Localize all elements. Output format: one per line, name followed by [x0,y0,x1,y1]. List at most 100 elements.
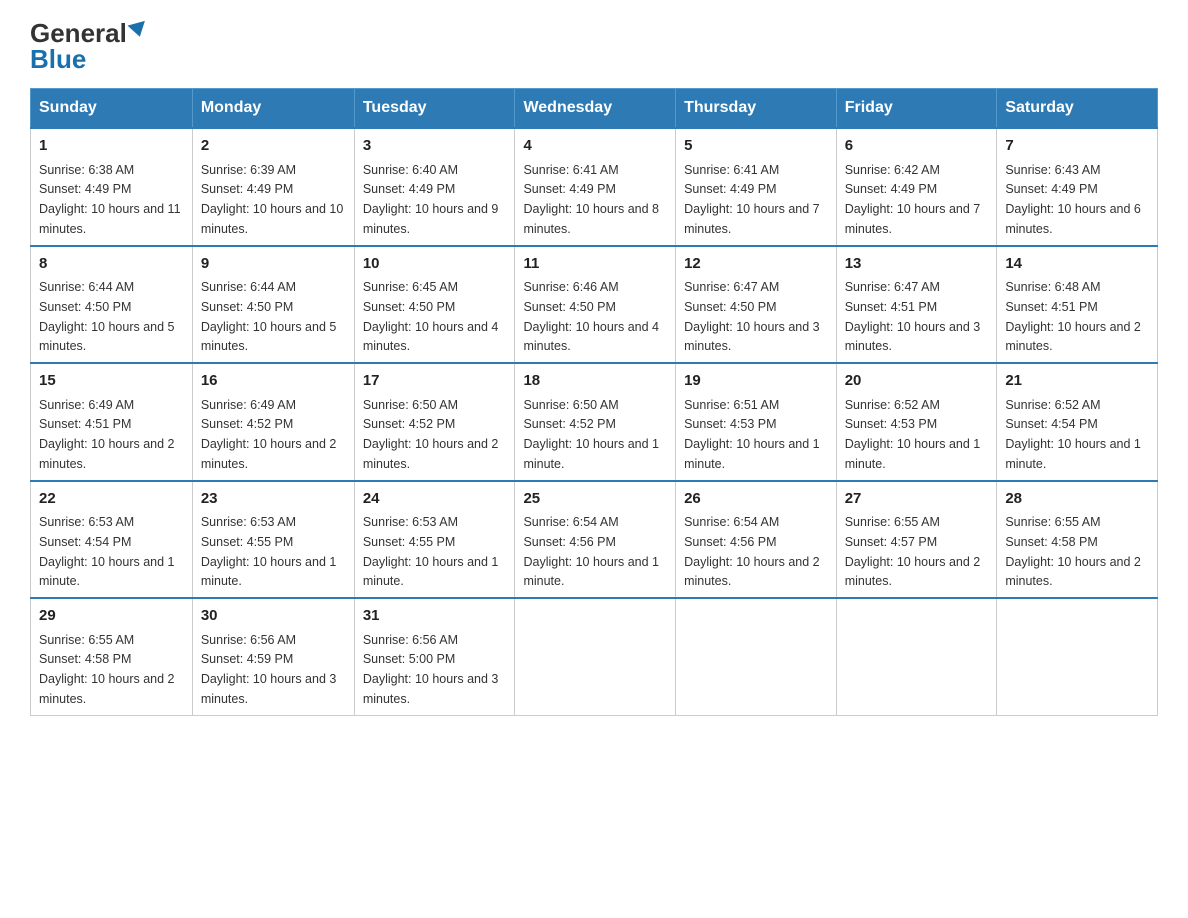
day-number: 3 [363,135,507,158]
calendar-day-header: Monday [192,89,354,129]
day-info: Sunrise: 6:48 AMSunset: 4:51 PMDaylight:… [1005,280,1141,353]
calendar-day-cell: 19 Sunrise: 6:51 AMSunset: 4:53 PMDaylig… [676,363,837,481]
calendar-day-cell: 24 Sunrise: 6:53 AMSunset: 4:55 PMDaylig… [354,481,515,599]
calendar-day-cell: 10 Sunrise: 6:45 AMSunset: 4:50 PMDaylig… [354,246,515,364]
day-info: Sunrise: 6:55 AMSunset: 4:57 PMDaylight:… [845,515,981,588]
logo-triangle-icon [127,21,148,39]
day-number: 30 [201,605,346,628]
calendar-day-cell: 20 Sunrise: 6:52 AMSunset: 4:53 PMDaylig… [836,363,997,481]
calendar-day-cell: 23 Sunrise: 6:53 AMSunset: 4:55 PMDaylig… [192,481,354,599]
calendar-day-cell: 1 Sunrise: 6:38 AMSunset: 4:49 PMDayligh… [31,128,193,246]
calendar-day-cell: 13 Sunrise: 6:47 AMSunset: 4:51 PMDaylig… [836,246,997,364]
day-info: Sunrise: 6:42 AMSunset: 4:49 PMDaylight:… [845,163,981,236]
calendar-day-cell: 4 Sunrise: 6:41 AMSunset: 4:49 PMDayligh… [515,128,676,246]
calendar-day-cell [997,598,1158,715]
calendar-day-cell: 31 Sunrise: 6:56 AMSunset: 5:00 PMDaylig… [354,598,515,715]
calendar-day-cell: 25 Sunrise: 6:54 AMSunset: 4:56 PMDaylig… [515,481,676,599]
calendar-week-row: 15 Sunrise: 6:49 AMSunset: 4:51 PMDaylig… [31,363,1158,481]
calendar-day-cell: 21 Sunrise: 6:52 AMSunset: 4:54 PMDaylig… [997,363,1158,481]
day-info: Sunrise: 6:38 AMSunset: 4:49 PMDaylight:… [39,163,181,236]
logo: General Blue [30,20,147,72]
day-number: 13 [845,253,989,276]
day-info: Sunrise: 6:52 AMSunset: 4:53 PMDaylight:… [845,398,981,471]
calendar-day-cell: 5 Sunrise: 6:41 AMSunset: 4:49 PMDayligh… [676,128,837,246]
day-number: 27 [845,488,989,511]
day-info: Sunrise: 6:44 AMSunset: 4:50 PMDaylight:… [39,280,175,353]
day-info: Sunrise: 6:53 AMSunset: 4:55 PMDaylight:… [201,515,337,588]
day-info: Sunrise: 6:50 AMSunset: 4:52 PMDaylight:… [363,398,499,471]
day-number: 19 [684,370,828,393]
day-info: Sunrise: 6:39 AMSunset: 4:49 PMDaylight:… [201,163,343,236]
calendar-day-cell: 29 Sunrise: 6:55 AMSunset: 4:58 PMDaylig… [31,598,193,715]
calendar-day-header: Sunday [31,89,193,129]
day-info: Sunrise: 6:54 AMSunset: 4:56 PMDaylight:… [523,515,659,588]
calendar-day-cell: 12 Sunrise: 6:47 AMSunset: 4:50 PMDaylig… [676,246,837,364]
day-info: Sunrise: 6:54 AMSunset: 4:56 PMDaylight:… [684,515,820,588]
calendar-day-cell [515,598,676,715]
day-number: 23 [201,488,346,511]
day-number: 26 [684,488,828,511]
calendar-day-cell: 2 Sunrise: 6:39 AMSunset: 4:49 PMDayligh… [192,128,354,246]
day-number: 10 [363,253,507,276]
day-number: 16 [201,370,346,393]
day-info: Sunrise: 6:41 AMSunset: 4:49 PMDaylight:… [523,163,659,236]
logo-blue-text: Blue [30,46,86,72]
day-info: Sunrise: 6:52 AMSunset: 4:54 PMDaylight:… [1005,398,1141,471]
day-number: 8 [39,253,184,276]
day-number: 9 [201,253,346,276]
day-info: Sunrise: 6:50 AMSunset: 4:52 PMDaylight:… [523,398,659,471]
day-info: Sunrise: 6:44 AMSunset: 4:50 PMDaylight:… [201,280,337,353]
day-info: Sunrise: 6:49 AMSunset: 4:51 PMDaylight:… [39,398,175,471]
day-number: 22 [39,488,184,511]
calendar-header-row: SundayMondayTuesdayWednesdayThursdayFrid… [31,89,1158,129]
page-header: General Blue [30,20,1158,72]
calendar-day-header: Wednesday [515,89,676,129]
calendar-day-header: Saturday [997,89,1158,129]
day-number: 29 [39,605,184,628]
day-number: 6 [845,135,989,158]
day-info: Sunrise: 6:53 AMSunset: 4:55 PMDaylight:… [363,515,499,588]
day-number: 4 [523,135,667,158]
day-info: Sunrise: 6:55 AMSunset: 4:58 PMDaylight:… [39,633,175,706]
day-number: 28 [1005,488,1149,511]
calendar-day-cell: 17 Sunrise: 6:50 AMSunset: 4:52 PMDaylig… [354,363,515,481]
day-info: Sunrise: 6:55 AMSunset: 4:58 PMDaylight:… [1005,515,1141,588]
day-number: 25 [523,488,667,511]
day-info: Sunrise: 6:56 AMSunset: 4:59 PMDaylight:… [201,633,337,706]
calendar-table: SundayMondayTuesdayWednesdayThursdayFrid… [30,88,1158,716]
calendar-day-cell: 9 Sunrise: 6:44 AMSunset: 4:50 PMDayligh… [192,246,354,364]
calendar-week-row: 8 Sunrise: 6:44 AMSunset: 4:50 PMDayligh… [31,246,1158,364]
calendar-day-cell: 14 Sunrise: 6:48 AMSunset: 4:51 PMDaylig… [997,246,1158,364]
day-number: 5 [684,135,828,158]
calendar-day-cell: 26 Sunrise: 6:54 AMSunset: 4:56 PMDaylig… [676,481,837,599]
calendar-day-cell: 27 Sunrise: 6:55 AMSunset: 4:57 PMDaylig… [836,481,997,599]
day-number: 20 [845,370,989,393]
calendar-day-cell: 15 Sunrise: 6:49 AMSunset: 4:51 PMDaylig… [31,363,193,481]
day-number: 15 [39,370,184,393]
day-number: 14 [1005,253,1149,276]
calendar-day-cell: 22 Sunrise: 6:53 AMSunset: 4:54 PMDaylig… [31,481,193,599]
day-number: 12 [684,253,828,276]
calendar-day-cell: 3 Sunrise: 6:40 AMSunset: 4:49 PMDayligh… [354,128,515,246]
day-number: 31 [363,605,507,628]
calendar-day-cell: 28 Sunrise: 6:55 AMSunset: 4:58 PMDaylig… [997,481,1158,599]
day-info: Sunrise: 6:40 AMSunset: 4:49 PMDaylight:… [363,163,499,236]
calendar-day-header: Friday [836,89,997,129]
day-info: Sunrise: 6:43 AMSunset: 4:49 PMDaylight:… [1005,163,1141,236]
calendar-day-cell: 8 Sunrise: 6:44 AMSunset: 4:50 PMDayligh… [31,246,193,364]
day-info: Sunrise: 6:46 AMSunset: 4:50 PMDaylight:… [523,280,659,353]
day-number: 18 [523,370,667,393]
calendar-day-cell: 6 Sunrise: 6:42 AMSunset: 4:49 PMDayligh… [836,128,997,246]
calendar-day-cell: 11 Sunrise: 6:46 AMSunset: 4:50 PMDaylig… [515,246,676,364]
day-info: Sunrise: 6:45 AMSunset: 4:50 PMDaylight:… [363,280,499,353]
calendar-week-row: 1 Sunrise: 6:38 AMSunset: 4:49 PMDayligh… [31,128,1158,246]
calendar-day-cell: 16 Sunrise: 6:49 AMSunset: 4:52 PMDaylig… [192,363,354,481]
day-info: Sunrise: 6:53 AMSunset: 4:54 PMDaylight:… [39,515,175,588]
day-number: 2 [201,135,346,158]
day-info: Sunrise: 6:41 AMSunset: 4:49 PMDaylight:… [684,163,820,236]
day-number: 11 [523,253,667,276]
calendar-week-row: 22 Sunrise: 6:53 AMSunset: 4:54 PMDaylig… [31,481,1158,599]
day-info: Sunrise: 6:49 AMSunset: 4:52 PMDaylight:… [201,398,337,471]
calendar-day-cell: 30 Sunrise: 6:56 AMSunset: 4:59 PMDaylig… [192,598,354,715]
calendar-day-header: Tuesday [354,89,515,129]
